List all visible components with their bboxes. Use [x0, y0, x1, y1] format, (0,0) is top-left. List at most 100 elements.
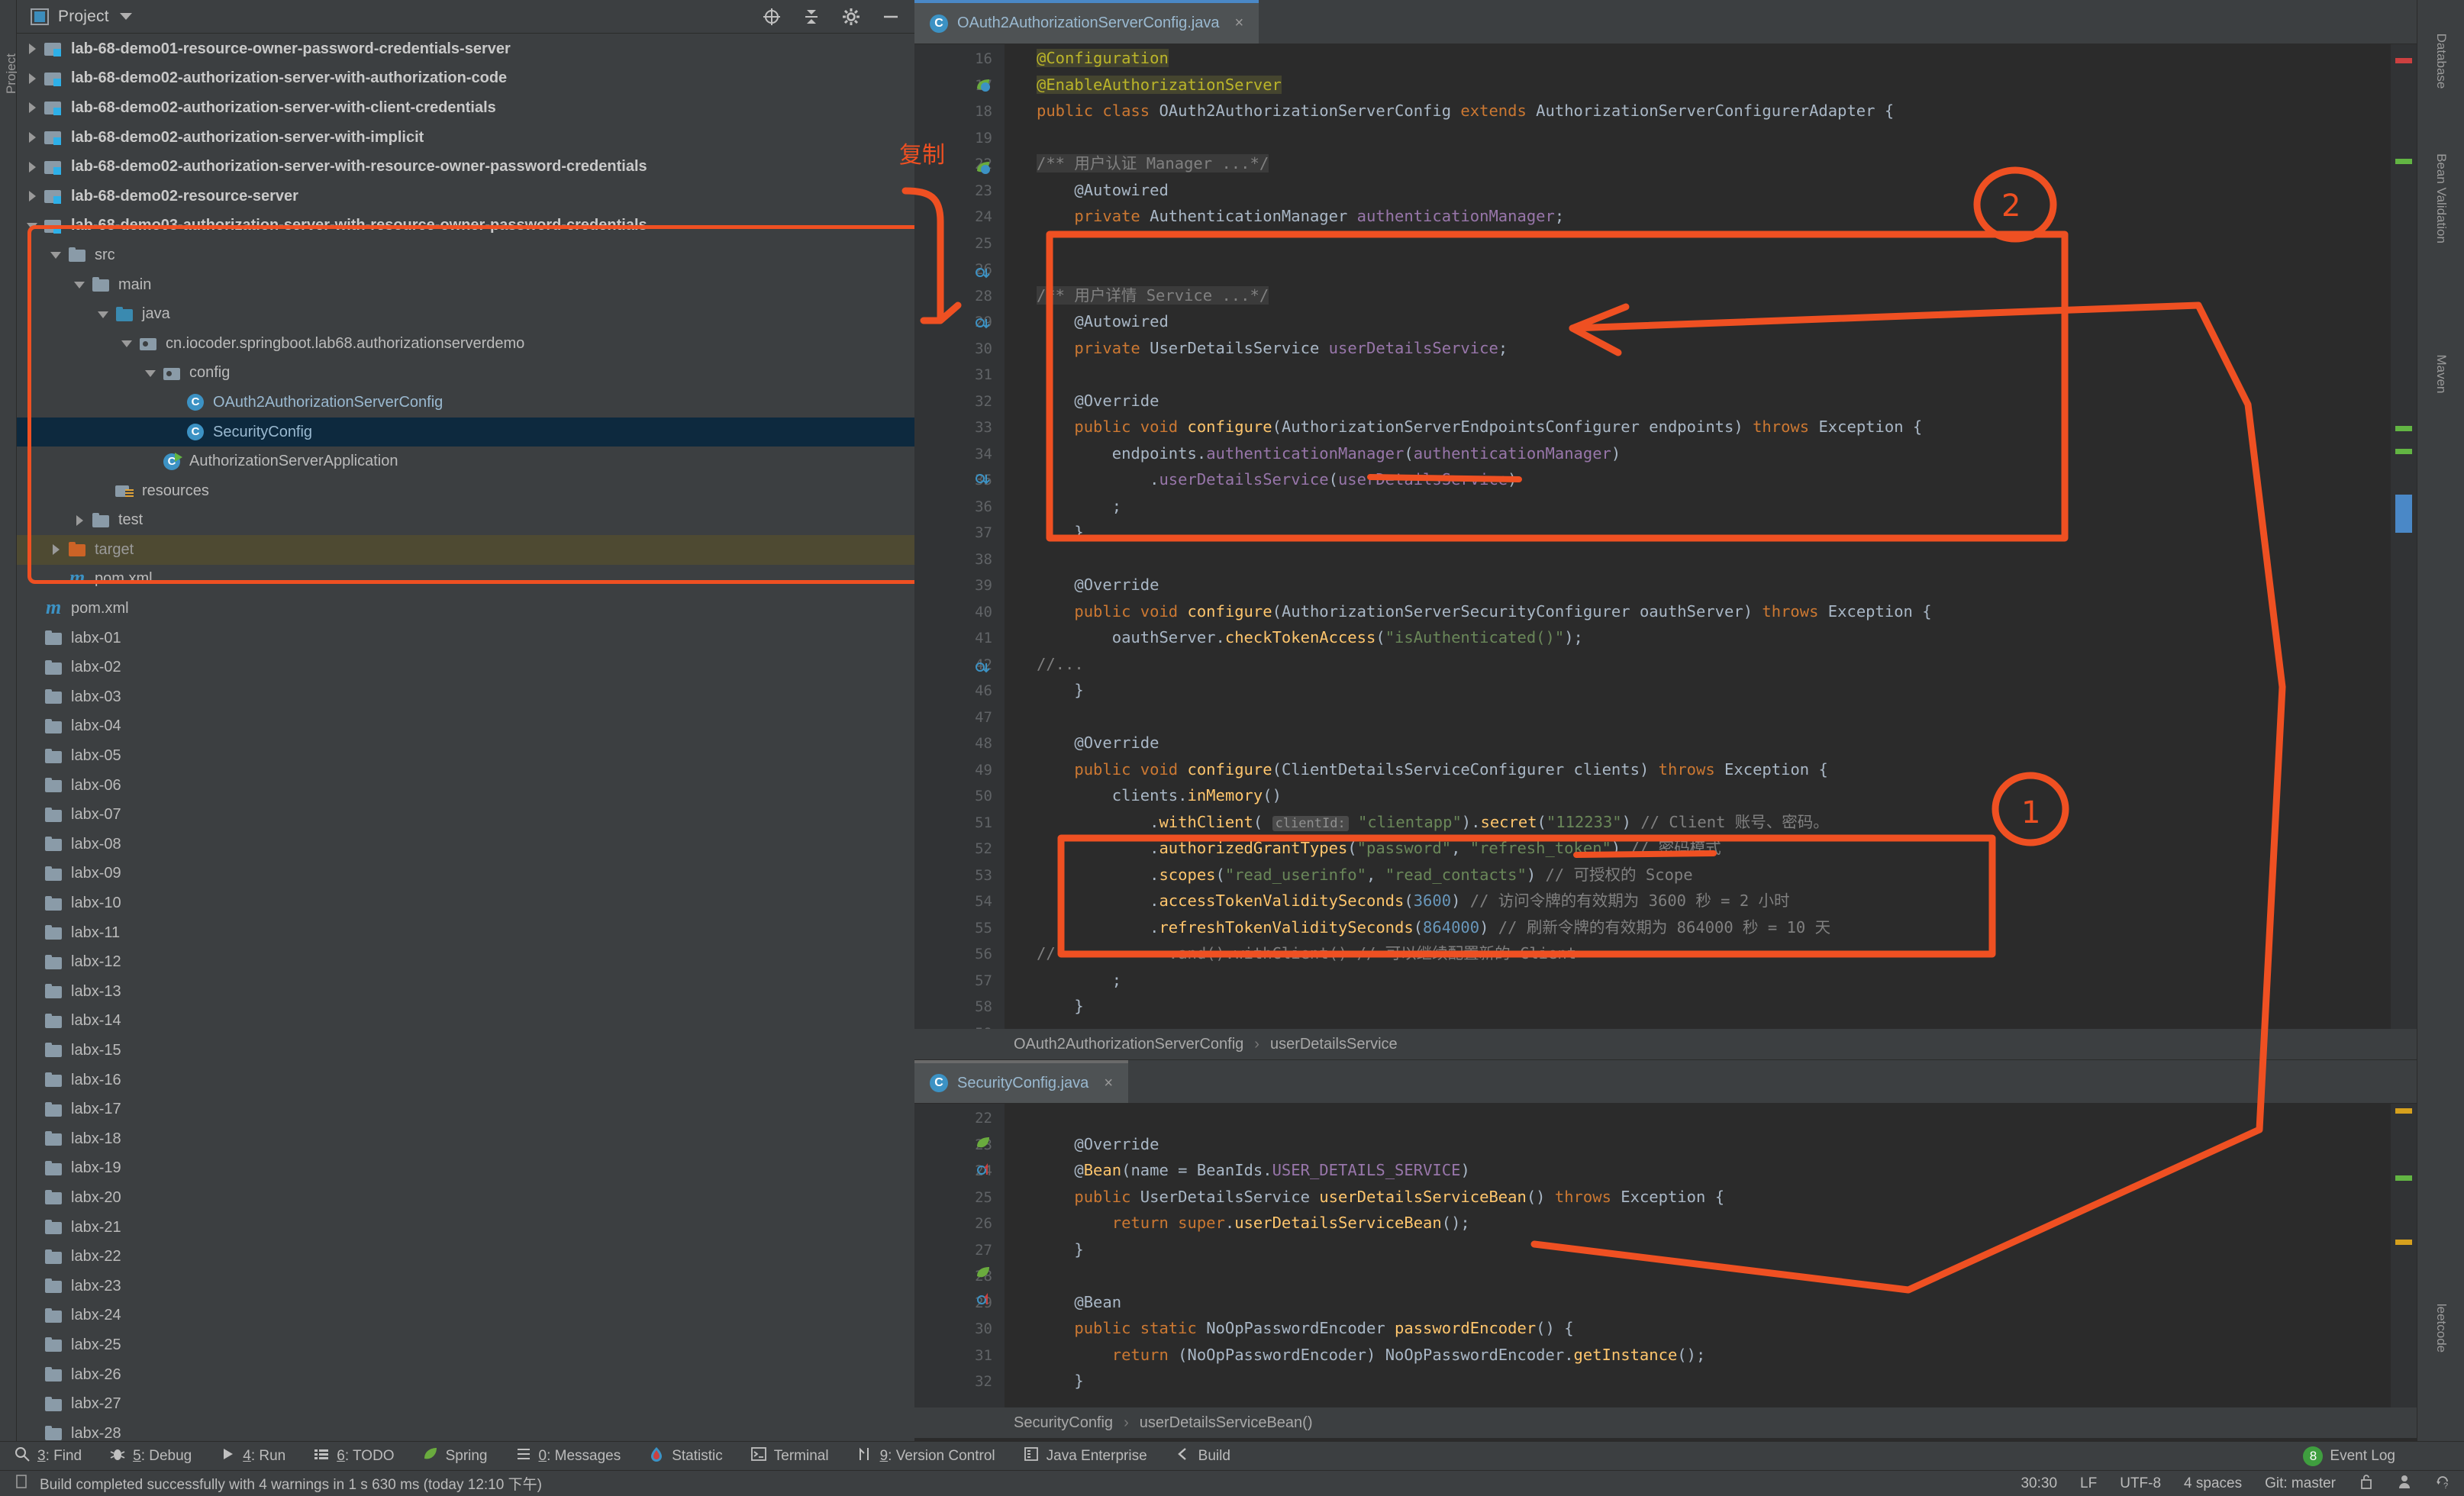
code-line[interactable]: clients.inMemory() — [1037, 788, 1282, 804]
tree-item[interactable]: lab-68-demo02-authorization-server-with-… — [17, 64, 914, 94]
tree-item[interactable]: labx-15 — [17, 1036, 914, 1066]
project-tree[interactable]: lab-68-demo01-resource-owner-password-cr… — [17, 34, 914, 1443]
close-icon[interactable]: × — [1104, 1075, 1113, 1092]
code-line[interactable]: @Override — [1037, 735, 1159, 751]
tab-securityconfig[interactable]: C SecurityConfig.java × — [914, 1060, 1128, 1103]
code-line[interactable]: } — [1037, 682, 1083, 698]
ok-marker[interactable] — [2395, 159, 2412, 164]
tree-item[interactable]: java — [17, 299, 914, 329]
code-line[interactable]: public void configure(ClientDetailsServi… — [1037, 761, 1827, 778]
code-line[interactable]: @Override — [1037, 577, 1159, 593]
close-icon[interactable]: × — [1235, 15, 1244, 32]
tree-item[interactable]: labx-02 — [17, 653, 914, 682]
code-line[interactable]: @EnableAuthorizationServer — [1037, 75, 1282, 94]
tree-item[interactable]: labx-16 — [17, 1066, 914, 1095]
code-line[interactable]: } — [1037, 998, 1083, 1014]
tree-item[interactable]: labx-04 — [17, 712, 914, 742]
tool-window-button-todo[interactable]: 6: TODO — [299, 1446, 408, 1467]
breadcrumb-top[interactable]: OAuth2AuthorizationServerConfig › userDe… — [914, 1029, 2417, 1059]
tree-item[interactable]: labx-13 — [17, 977, 914, 1007]
tree-item[interactable]: labx-22 — [17, 1242, 914, 1272]
tree-item[interactable]: main — [17, 270, 914, 300]
breadcrumb-member[interactable]: userDetailsServiceBean() — [1140, 1414, 1313, 1432]
tree-item[interactable]: labx-19 — [17, 1154, 914, 1184]
tree-expander-right-icon[interactable] — [24, 188, 41, 205]
code-line[interactable]: return (NoOpPasswordEncoder) NoOpPasswor… — [1037, 1346, 1706, 1363]
override-gutter-icon[interactable] — [974, 266, 994, 285]
code-line[interactable]: .authorizedGrantTypes("password", "refre… — [1037, 840, 1721, 856]
ok-marker[interactable] — [2395, 426, 2412, 431]
locate-icon[interactable] — [762, 7, 782, 27]
tree-item[interactable]: labx-06 — [17, 771, 914, 801]
code-line[interactable]: /** 用户详情 Service ...*/ — [1037, 285, 1269, 305]
tree-expander-down-icon[interactable] — [72, 276, 89, 293]
code-line[interactable]: public void configure(AuthorizationServe… — [1037, 603, 1931, 620]
tree-item[interactable]: labx-11 — [17, 918, 914, 948]
tree-item[interactable]: pom.xml — [17, 594, 914, 624]
collapse-all-icon[interactable] — [801, 7, 821, 27]
override-gutter-icon[interactable] — [974, 316, 994, 336]
tool-window-button-messages[interactable]: 0: Messages — [502, 1446, 635, 1467]
code-line[interactable]: public UserDetailsService userDetailsSer… — [1037, 1188, 1724, 1205]
caret-position[interactable]: 30:30 — [2021, 1475, 2057, 1492]
tab-oauth2authorizationserverconfig[interactable]: C OAuth2AuthorizationServerConfig.java × — [914, 0, 1259, 44]
tree-item[interactable]: src — [17, 240, 914, 270]
gutter-bottom[interactable]: 2223242526272829303132 — [914, 1104, 1005, 1407]
event-log-button[interactable]: 8 Event Log — [2289, 1446, 2464, 1466]
tree-item[interactable]: config — [17, 359, 914, 389]
file-encoding[interactable]: UTF-8 — [2120, 1475, 2161, 1492]
tree-expander-right-icon[interactable] — [24, 40, 41, 57]
tree-item[interactable]: lab-68-demo02-resource-server — [17, 182, 914, 211]
tree-item[interactable]: AuthorizationServerApplication — [17, 447, 914, 476]
tree-expander-right-icon[interactable] — [24, 70, 41, 87]
tree-item[interactable]: target — [17, 535, 914, 565]
tree-item[interactable]: labx-28 — [17, 1419, 914, 1443]
gutter-top[interactable]: 1617181922232425262829303132333435363738… — [914, 44, 1005, 1042]
breadcrumb-class[interactable]: SecurityConfig — [1014, 1414, 1113, 1432]
override-gutter-icon[interactable] — [974, 472, 994, 492]
tree-expander-down-icon[interactable] — [48, 247, 65, 263]
tree-expander-right-icon[interactable] — [24, 99, 41, 116]
spring-bean-gutter-icon[interactable] — [974, 76, 994, 96]
code-lines-bottom[interactable]: @Override @Bean(name = BeanIds.USER_DETA… — [1037, 1104, 2417, 1407]
error-marker[interactable] — [2395, 58, 2412, 63]
code-line[interactable]: } — [1037, 1241, 1083, 1258]
tree-expander-right-icon[interactable] — [24, 159, 41, 176]
tree-item[interactable]: labx-12 — [17, 947, 914, 977]
tree-item[interactable]: lab-68-demo03-authorization-server-with-… — [17, 211, 914, 241]
tree-expander-down-icon[interactable] — [119, 335, 136, 352]
code-line[interactable]: public static NoOpPasswordEncoder passwo… — [1037, 1320, 1573, 1336]
code-line[interactable]: //... — [1037, 656, 1084, 672]
code-line[interactable]: } — [1037, 524, 1083, 540]
tree-item[interactable]: labx-23 — [17, 1272, 914, 1301]
tree-expander-right-icon[interactable] — [24, 129, 41, 146]
tool-window-button-statistic[interactable]: Statistic — [634, 1446, 737, 1467]
tree-item[interactable]: pom.xml — [17, 565, 914, 595]
tree-item[interactable]: lab-68-demo02-authorization-server-with-… — [17, 123, 914, 153]
right-strip-maven[interactable]: Maven — [2433, 320, 2449, 428]
tree-expander-down-icon[interactable] — [95, 306, 112, 323]
tree-item[interactable]: labx-08 — [17, 830, 914, 859]
gear-icon[interactable] — [841, 7, 861, 27]
tree-item[interactable]: labx-27 — [17, 1389, 914, 1419]
chevron-down-icon[interactable] — [119, 13, 132, 20]
breadcrumb-bottom[interactable]: SecurityConfig › userDetailsServiceBean(… — [914, 1407, 2417, 1438]
tool-window-button-find[interactable]: 3: Find — [0, 1446, 95, 1467]
tree-item[interactable]: labx-03 — [17, 682, 914, 712]
code-line[interactable]: endpoints.authenticationManager(authenti… — [1037, 445, 1621, 462]
marker-column-top[interactable] — [2391, 44, 2417, 1029]
code-line[interactable]: .accessTokenValiditySeconds(3600) // 访问令… — [1037, 893, 1789, 909]
override-gutter-icon[interactable] — [974, 1291, 994, 1311]
tree-item[interactable]: labx-10 — [17, 888, 914, 918]
tree-item[interactable]: lab-68-demo02-authorization-server-with-… — [17, 93, 914, 123]
tree-item[interactable]: labx-26 — [17, 1360, 914, 1390]
code-line[interactable]: /** 用户认证 Manager ...*/ — [1037, 154, 1269, 172]
right-strip-bean-validation[interactable]: Bean Validation — [2433, 144, 2449, 253]
code-line[interactable]: .userDetailsService(userDetailsService) — [1037, 472, 1517, 488]
code-line[interactable]: return super.userDetailsServiceBean(); — [1037, 1215, 1470, 1231]
code-pane-top[interactable]: 1617181922232425262829303132333435363738… — [914, 44, 2417, 1042]
tool-window-button-spring[interactable]: Spring — [408, 1446, 502, 1467]
code-line[interactable]: @Bean(name = BeanIds.USER_DETAILS_SERVIC… — [1037, 1162, 1469, 1178]
right-strip-leetcode[interactable]: leetcode — [2433, 1274, 2449, 1382]
override-gutter-icon[interactable] — [974, 1161, 994, 1181]
